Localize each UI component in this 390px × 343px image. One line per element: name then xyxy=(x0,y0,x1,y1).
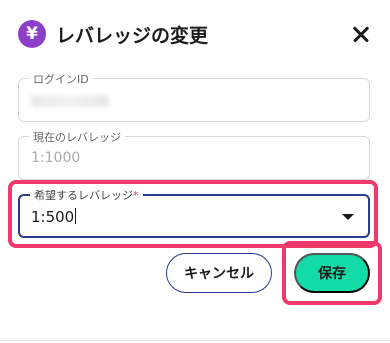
login-id-field[interactable]: ログインID xyxy=(18,71,370,122)
save-button[interactable]: 保存 xyxy=(294,253,370,293)
login-id-label: ログインID xyxy=(29,71,93,87)
dialog-header: ¥ レバレッジの変更 xyxy=(18,14,374,54)
desired-leverage-label: 希望するレバレッジ* xyxy=(30,187,143,203)
close-icon[interactable] xyxy=(348,21,374,47)
desired-leverage-label-text: 希望するレバレッジ xyxy=(34,189,133,202)
required-mark: * xyxy=(133,189,139,202)
current-leverage-field: 現在のレバレッジ 1:1000 xyxy=(18,129,370,180)
text-caret xyxy=(75,208,77,224)
login-id-value-redacted xyxy=(31,95,109,107)
chevron-down-icon[interactable] xyxy=(342,214,354,220)
desired-leverage-select[interactable]: 希望するレバレッジ* 1:500 xyxy=(18,187,370,238)
current-leverage-value: 1:1000 xyxy=(31,150,81,166)
desired-leverage-value: 1:500 xyxy=(31,208,77,226)
current-leverage-label: 現在のレバレッジ xyxy=(29,129,125,145)
dialog-title: レバレッジの変更 xyxy=(56,24,209,47)
yen-icon: ¥ xyxy=(18,20,46,48)
leverage-change-dialog: ¥ レバレッジの変更 ログインID 現在のレバレッジ 1:1000 希望するレバ… xyxy=(0,0,390,343)
desired-leverage-value-text: 1:500 xyxy=(31,208,75,226)
divider xyxy=(0,340,390,341)
cancel-button[interactable]: キャンセル xyxy=(166,253,272,293)
